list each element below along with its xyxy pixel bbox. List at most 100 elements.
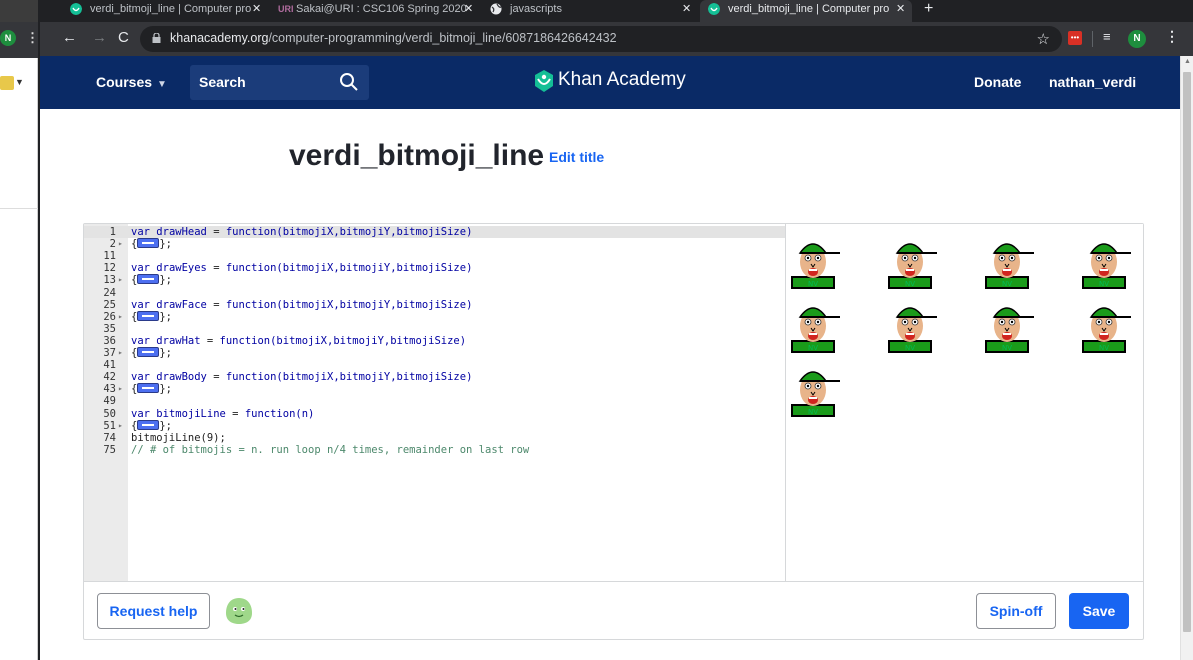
tab-verdi-bitmoji-1[interactable]: verdi_bitmoji_line | Computer pro ✕ [62, 0, 266, 22]
code-line[interactable]: 41 [84, 359, 785, 371]
forward-icon[interactable]: → [92, 29, 107, 47]
code-line[interactable]: 51 ▸ {}; [84, 419, 785, 432]
line-number: 13 [103, 274, 116, 287]
donate-link[interactable]: Donate [974, 74, 1021, 90]
code-line[interactable]: 43 ▸ {}; [84, 383, 785, 395]
new-tab-icon[interactable]: + [924, 0, 933, 18]
folded-code-widget[interactable] [137, 347, 160, 357]
courses-menu[interactable]: Courses ▼ [96, 74, 167, 90]
fold-toggle-icon[interactable]: ▸ [118, 347, 123, 359]
spin-off-button[interactable]: Spin-off [976, 593, 1056, 629]
site-header: Courses ▼ Search Khan Academy Donate nath… [40, 56, 1180, 109]
back-icon[interactable]: ← [62, 29, 77, 47]
tab-close-icon[interactable]: ✕ [896, 0, 905, 18]
bitmoji-label: NV [808, 280, 818, 288]
code-line[interactable]: 74 bitmojiLine(9); [84, 432, 785, 444]
code-line[interactable]: 1 var drawHead = function(bitmojiX,bitmoj… [84, 226, 785, 238]
fold-toggle-icon[interactable]: ▸ [118, 274, 123, 286]
code-line[interactable]: 49 [84, 395, 785, 407]
code-line[interactable]: 37 ▸ {}; [84, 347, 785, 359]
folded-code-widget[interactable] [137, 310, 160, 321]
code-line[interactable]: 25 var drawFace = function(bitmojiX,bitmo… [84, 299, 785, 311]
logo-text: Khan Academy [558, 69, 686, 90]
code-text: // # of bitmojis = n. run loop n/4 times… [131, 443, 530, 456]
tab-close-icon[interactable]: ✕ [252, 0, 261, 18]
folded-code-widget[interactable] [137, 383, 160, 394]
fold-toggle-icon[interactable]: ▸ [118, 383, 123, 395]
folded-code-widget[interactable] [137, 238, 160, 249]
line-number: 74 [103, 431, 116, 444]
bitmoji-label: NV [905, 344, 915, 352]
code-line[interactable]: 42 var drawBody = function(bitmojiX,bitmo… [84, 371, 785, 383]
background-profile-avatar[interactable]: N [0, 30, 16, 46]
code-line[interactable]: 2 ▸ {}; [84, 238, 785, 250]
page-scrollbar[interactable]: ▲ [1180, 56, 1193, 660]
editor-footer: Request help Spin-off Save [84, 581, 1143, 639]
background-caret-icon[interactable]: ▼ [15, 77, 24, 87]
code-line[interactable]: 75 // # of bitmojis = n. run loop n/4 tim… [84, 444, 785, 456]
background-menu-icon[interactable]: ⋮ [26, 30, 39, 46]
address-bar[interactable]: khanacademy.org/computer-programming/ver… [140, 26, 1062, 52]
bitmoji-figure: NV [888, 307, 937, 353]
code-line[interactable]: 24 [84, 287, 785, 299]
search-icon[interactable] [339, 72, 359, 92]
search-input[interactable]: Search [190, 65, 369, 100]
scroll-thumb[interactable] [1183, 72, 1191, 632]
khan-academy-favicon-icon [708, 3, 720, 15]
code-text: var drawBody = function(bitmojiX,bitmoji… [131, 371, 473, 384]
bitmoji-figure: NV [985, 243, 1034, 289]
khan-academy-logo-icon [535, 70, 553, 92]
folded-code-widget[interactable] [137, 274, 160, 285]
tab-sakai[interactable]: URI Sakai@URI : CSC106 Spring 2020 ✕ [268, 0, 478, 22]
code-text: var drawHat = function(bitmojiX,bitmojiY… [131, 334, 467, 347]
user-menu[interactable]: nathan_verdi [1049, 74, 1136, 90]
tab-javascripts[interactable]: javascripts ✕ [482, 0, 696, 22]
fold-toggle-icon[interactable]: ▸ [118, 238, 123, 250]
code-line[interactable]: 26 ▸ {}; [84, 310, 785, 323]
code-text: {}; [131, 274, 172, 287]
line-number: 37 [103, 347, 116, 359]
save-button[interactable]: Save [1069, 593, 1129, 629]
background-divider [0, 208, 38, 209]
line-number: 49 [103, 395, 116, 408]
background-folder-icon[interactable] [0, 76, 14, 90]
folded-code-widget[interactable] [137, 419, 160, 430]
bitmoji-figure: NV [1082, 307, 1131, 353]
code-line[interactable]: 13 ▸ {}; [84, 274, 785, 286]
bitmoji-label: NV [905, 280, 915, 288]
code-line[interactable]: 35 [84, 323, 785, 335]
tab-close-icon[interactable]: ✕ [464, 0, 473, 18]
request-help-button[interactable]: Request help [97, 593, 210, 629]
chrome-menu-icon[interactable]: ⋮ [1165, 28, 1179, 45]
toolbar-separator [1092, 31, 1093, 47]
reading-list-icon[interactable]: ≡ [1103, 29, 1111, 44]
extension-red-icon[interactable]: ••• [1068, 31, 1082, 45]
code-line[interactable]: 12 var drawEyes = function(bitmojiX,bitmo… [84, 262, 785, 274]
bitmoji-figure: NV [888, 243, 937, 289]
fold-toggle-icon[interactable]: ▸ [118, 311, 123, 323]
reload-icon[interactable]: C [118, 29, 129, 47]
browser-window: verdi_bitmoji_line | Computer pro ✕ URI … [40, 0, 1193, 660]
avatar[interactable] [224, 596, 254, 626]
code-line[interactable]: 50 var bitmojiLine = function(n) [84, 408, 785, 420]
bookmark-star-icon[interactable]: ☆ [1037, 30, 1050, 48]
code-text: var drawEyes = function(bitmojiX,bitmoji… [131, 262, 473, 275]
profile-avatar[interactable]: N [1128, 30, 1146, 48]
output-canvas[interactable]: NV NV NV NV NV NV NV NV NV [786, 224, 1143, 581]
line-number: 2 [109, 238, 116, 251]
lock-icon [152, 33, 161, 43]
line-number: 41 [103, 359, 116, 372]
tab-close-icon[interactable]: ✕ [682, 0, 691, 18]
fold-toggle-icon[interactable]: ▸ [118, 420, 123, 432]
code-line[interactable]: 36 var drawHat = function(bitmojiX,bitmoj… [84, 335, 785, 347]
tab-title: javascripts [510, 3, 562, 15]
code-editor[interactable]: 1 var drawHead = function(bitmojiX,bitmoj… [84, 224, 785, 581]
bitmoji-label: NV [808, 408, 818, 416]
tab-verdi-bitmoji-active[interactable]: verdi_bitmoji_line | Computer pro ✕ [700, 0, 912, 22]
edit-title-link[interactable]: Edit title [549, 149, 604, 165]
code-text: {}; [131, 383, 172, 396]
tab-title: Sakai@URI : CSC106 Spring 2020 [296, 3, 467, 15]
line-number: 75 [103, 443, 116, 456]
scroll-up-icon[interactable]: ▲ [1184, 58, 1191, 65]
code-line[interactable]: 11 [84, 250, 785, 262]
